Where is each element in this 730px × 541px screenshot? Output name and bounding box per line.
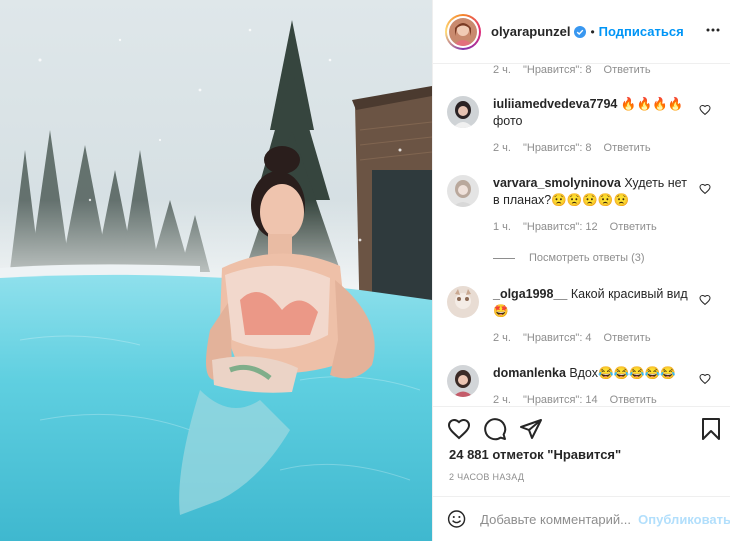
view-replies-divider — [493, 257, 515, 259]
add-comment-bar: Опубликовать — [433, 496, 730, 541]
reply-button[interactable]: Ответить — [604, 64, 651, 76]
commenter-username[interactable]: varvara_smolyninova — [493, 176, 621, 190]
commenter-avatar[interactable] — [447, 365, 479, 397]
reply-button[interactable]: Ответить — [604, 330, 651, 347]
comment-time: 2 ч. — [493, 394, 511, 406]
bookmark-icon[interactable] — [699, 417, 723, 441]
comment-input[interactable] — [480, 511, 633, 527]
header-separator: • — [590, 24, 595, 39]
publish-button[interactable]: Опубликовать — [638, 512, 730, 527]
comment-likes-count[interactable]: "Нравится": 8 — [523, 140, 592, 157]
comment-time: 2 ч. — [493, 332, 511, 344]
author-avatar-ring[interactable] — [445, 13, 481, 50]
post-photo-illustration — [0, 0, 432, 541]
like-comment-heart-icon[interactable] — [699, 294, 711, 306]
comments-list[interactable]: 2 ч. "Нравится": 8 Ответить iuliiamedved… — [433, 64, 730, 406]
comment-item: varvara_smolyninova Худеть нет в планах?… — [447, 175, 719, 236]
commenter-username[interactable]: domanlenka — [493, 366, 566, 380]
view-replies-button[interactable]: Посмотреть ответы (3) — [493, 252, 645, 264]
comment-item: _olga1998__ Какой красивый вид 🤩 2 ч. "Н… — [447, 286, 719, 347]
comment-item: domanlenka Вдох😂😂😂😂😂 2 ч. "Нравится": 14… — [447, 365, 719, 406]
follow-button[interactable]: Подписаться — [599, 24, 684, 39]
comment-meta: 2 ч. "Нравится": 8 Ответить — [493, 64, 651, 76]
verified-badge-icon — [574, 25, 587, 38]
like-comment-heart-icon[interactable] — [699, 373, 711, 385]
comment-likes-count[interactable]: "Нравится": 4 — [523, 330, 592, 347]
comment-item: iuliiamedvedeva7794 🔥🔥🔥🔥 фото 2 ч. "Нрав… — [447, 96, 719, 157]
heart-icon[interactable] — [447, 417, 471, 441]
likes-count[interactable]: 24 881 отметок "Нравится" — [449, 447, 621, 462]
post-actions-bar — [433, 406, 730, 452]
post-side-panel: olyarapunzel • Подписаться 2 ч. "Нравитс… — [432, 0, 730, 541]
emoji-icon[interactable] — [447, 507, 466, 531]
comment-meta: 1 ч. "Нравится": 12 Ответить — [493, 219, 691, 236]
view-replies-label: Посмотреть ответы (3) — [529, 252, 645, 264]
comment-likes-count[interactable]: "Нравится": 14 — [523, 392, 598, 406]
comment-time: 2 ч. — [493, 142, 511, 154]
comment-meta: 2 ч. "Нравится": 14 Ответить — [493, 392, 691, 406]
post-header: olyarapunzel • Подписаться — [433, 0, 730, 64]
share-icon[interactable] — [519, 417, 543, 441]
commenter-username[interactable]: _olga1998__ — [493, 287, 567, 301]
commenter-username[interactable]: iuliiamedvedeva7794 — [493, 97, 617, 111]
commenter-avatar[interactable] — [447, 286, 479, 318]
comment-text: Вдох😂😂😂😂😂 — [569, 366, 676, 380]
like-comment-heart-icon[interactable] — [699, 183, 711, 195]
comment-likes-count[interactable]: "Нравится": 8 — [523, 64, 592, 76]
comment-likes-count[interactable]: "Нравится": 12 — [523, 219, 598, 236]
post-timestamp[interactable]: 2 ЧАСОВ НАЗАД — [449, 472, 524, 482]
comment-meta: 2 ч. "Нравится": 8 Ответить — [493, 140, 691, 157]
reply-button[interactable]: Ответить — [610, 219, 657, 236]
like-comment-heart-icon[interactable] — [699, 104, 711, 116]
reply-button[interactable]: Ответить — [610, 392, 657, 406]
reply-button[interactable]: Ответить — [604, 140, 651, 157]
commenter-avatar[interactable] — [447, 96, 479, 128]
comment-time: 1 ч. — [493, 221, 511, 233]
post-photo[interactable] — [0, 0, 432, 541]
comment-icon[interactable] — [483, 417, 507, 441]
author-username[interactable]: olyarapunzel — [491, 24, 570, 39]
author-avatar[interactable] — [449, 17, 477, 46]
more-options-icon[interactable] — [705, 22, 721, 38]
comment-meta: 2 ч. "Нравится": 4 Ответить — [493, 330, 691, 347]
commenter-avatar[interactable] — [447, 175, 479, 207]
comment-time: 2 ч. — [493, 64, 511, 76]
